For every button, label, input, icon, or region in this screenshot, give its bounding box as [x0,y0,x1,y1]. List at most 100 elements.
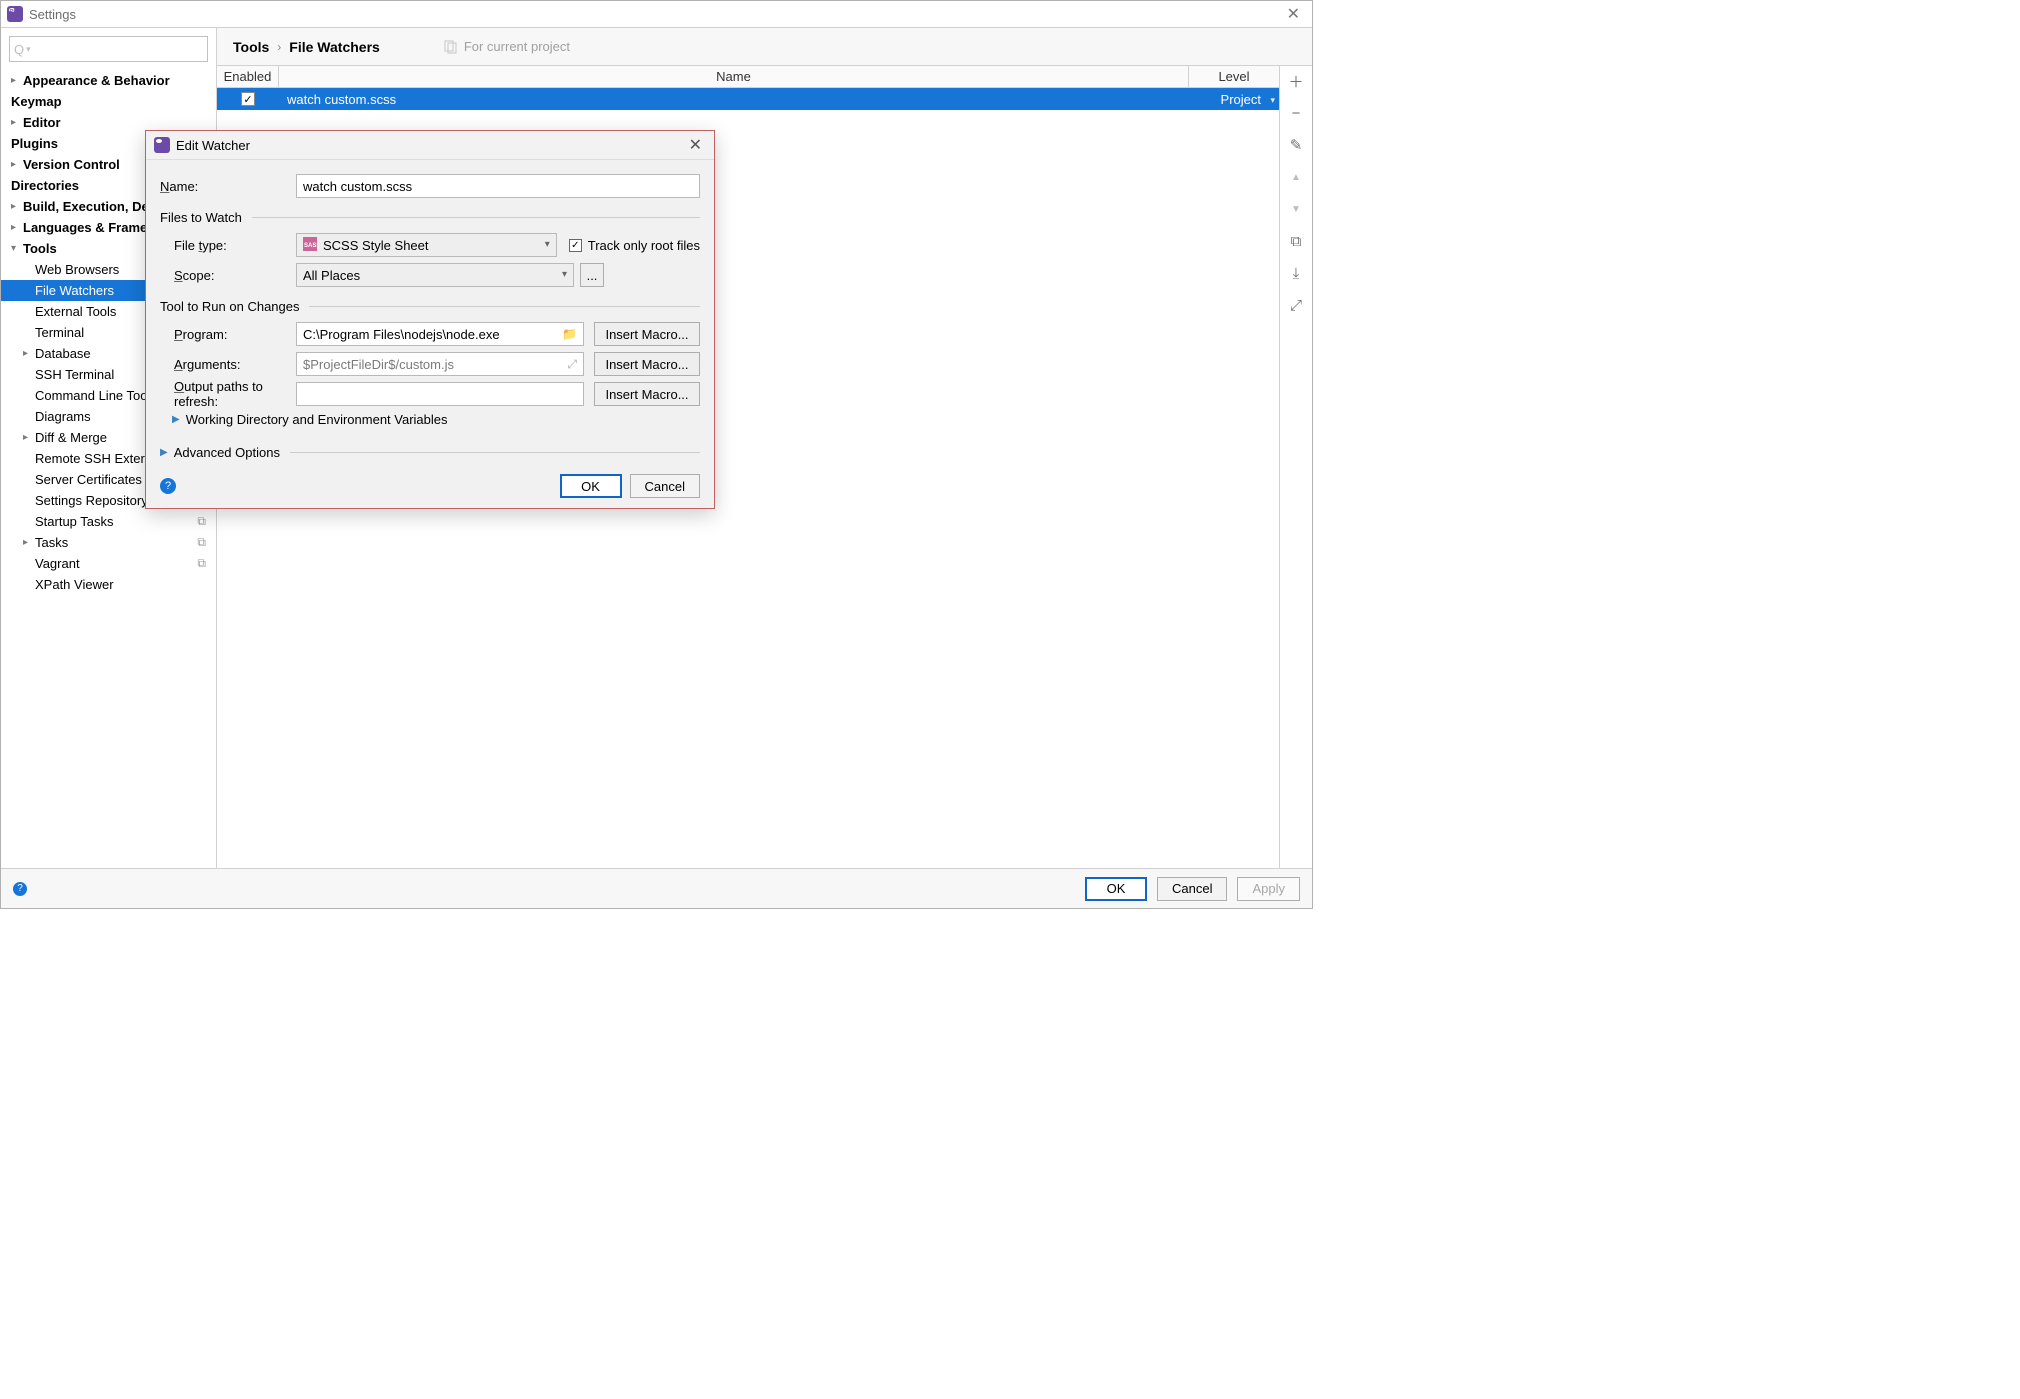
breadcrumb-sep-icon: › [277,40,281,54]
filetype-label: File type: [160,238,296,253]
export-button[interactable]: ⤢ [1285,294,1307,316]
ok-button[interactable]: OK [1085,877,1147,901]
chevron-right-icon: ▸ [23,537,35,548]
remove-button[interactable]: − [1285,102,1307,124]
section-tool-to-run: Tool to Run on Changes [160,299,700,314]
project-scope-icon: ⧉ [197,514,206,529]
sidebar-item-label: Terminal [35,325,84,340]
arguments-label: Arguments: [160,357,296,372]
sidebar-item-label: Diff & Merge [35,430,107,445]
name-input[interactable]: watch custom.scss [296,174,700,198]
sidebar-item[interactable]: ▸Appearance & Behavior [1,70,216,91]
breadcrumb-leaf: File Watchers [289,39,380,55]
sidebar-item-label: Plugins [11,136,58,151]
chevron-right-icon: ▸ [11,75,23,86]
settings-footer: ? OK Cancel Apply [1,868,1312,908]
col-level[interactable]: Level [1189,66,1279,87]
insert-macro-arguments-button[interactable]: Insert Macro... [594,352,700,376]
project-scope-icon: ⧉ [197,556,206,571]
titlebar: PS Settings ✕ [1,1,1312,28]
dialog-close-icon[interactable]: ✕ [685,135,706,155]
window-title: Settings [29,7,1281,22]
filetype-combo[interactable]: SASS SCSS Style Sheet ▾ [296,233,557,257]
output-paths-label: Output paths to refresh: [160,379,296,409]
scope-combo[interactable]: All Places ▾ [296,263,574,287]
sidebar-item[interactable]: Vagrant ⧉ [1,553,216,574]
sidebar-item-label: File Watchers [35,283,114,298]
chevron-down-icon: ▾ [545,239,550,250]
sidebar-item[interactable]: Keymap [1,91,216,112]
breadcrumb: Tools › File Watchers For current projec… [217,28,1312,66]
up-button[interactable]: ▲ [1285,166,1307,188]
sidebar-item-label: Web Browsers [35,262,119,277]
sidebar-item-label: Diagrams [35,409,91,424]
import-button[interactable]: ⤓ [1285,262,1307,284]
add-button[interactable]: ＋ [1285,70,1307,92]
table-toolbar: ＋ − ✎ ▲ ▼ ⧉ ⤓ ⤢ [1279,66,1312,868]
arguments-input[interactable]: $ProjectFileDir$/custom.js ⤢ [296,352,584,376]
sidebar-item-label: Editor [23,115,61,130]
output-paths-input[interactable] [296,382,584,406]
name-label: Name: [160,179,296,194]
row-name: watch custom.scss [279,92,1189,107]
dialog-ok-button[interactable]: OK [560,474,622,498]
svg-text:SASS: SASS [304,243,317,249]
program-label: Program: [160,327,296,342]
table-row[interactable]: ✓ watch custom.scssProject [217,88,1279,110]
col-name[interactable]: Name [279,66,1189,87]
sidebar-item-label: External Tools [35,304,116,319]
chevron-down-icon: ▾ [562,269,567,280]
scope-label: Scope: [160,268,296,283]
down-button[interactable]: ▼ [1285,198,1307,220]
section-files-to-watch: Files to Watch [160,210,700,225]
col-enabled[interactable]: Enabled [217,66,279,87]
help-icon[interactable]: ? [160,478,176,494]
chevron-right-icon: ▸ [23,348,35,359]
scope-hint: For current project [444,39,570,54]
sidebar-item-label: Server Certificates [35,472,142,487]
dialog-title: Edit Watcher [176,138,685,153]
chevron-down-icon: ▾ [11,243,23,254]
expand-icon[interactable]: ⤢ [567,357,577,372]
sidebar-item-label: Settings Repository [35,493,148,508]
scope-browse-button[interactable]: ... [580,263,604,287]
sidebar-item-label: Vagrant [35,556,80,571]
section-advanced[interactable]: ▶ Advanced Options [160,445,700,460]
dialog-cancel-button[interactable]: Cancel [630,474,700,498]
sidebar-item-label: XPath Viewer [35,577,114,592]
insert-macro-program-button[interactable]: Insert Macro... [594,322,700,346]
window-close-icon[interactable]: ✕ [1281,4,1306,24]
expand-workdir-env[interactable]: ▶ Working Directory and Environment Vari… [172,412,700,427]
copy-button[interactable]: ⧉ [1285,230,1307,252]
edit-watcher-dialog: Edit Watcher ✕ Name: watch custom.scss F… [145,130,715,509]
chevron-right-icon: ▸ [11,117,23,128]
chevron-right-icon: ▸ [11,201,23,212]
sidebar-item[interactable]: XPath Viewer [1,574,216,595]
project-scope-icon: ⧉ [197,535,206,550]
sidebar-item[interactable]: Startup Tasks⧉ [1,511,216,532]
track-root-checkbox[interactable]: ✓Track only root files [569,238,700,253]
chevron-right-icon: ▸ [11,222,23,233]
apply-button: Apply [1237,877,1300,901]
search-input[interactable]: Q ▾ [9,36,208,62]
help-icon[interactable]: ? [13,882,27,896]
sidebar-item-label: SSH Terminal [35,367,114,382]
breadcrumb-root[interactable]: Tools [233,39,269,55]
program-input[interactable]: C:\Program Files\nodejs\node.exe 📁 [296,322,584,346]
edit-button[interactable]: ✎ [1285,134,1307,156]
insert-macro-output-button[interactable]: Insert Macro... [594,382,700,406]
enabled-checkbox[interactable]: ✓ [241,92,255,106]
sidebar-item-label: Keymap [11,94,62,109]
phpstorm-icon: PS [7,6,23,22]
sidebar-item-label: Appearance & Behavior [23,73,170,88]
chevron-right-icon: ▸ [11,159,23,170]
sidebar-item-label: Tools [23,241,57,256]
cancel-button[interactable]: Cancel [1157,877,1227,901]
folder-open-icon[interactable]: 📁 [562,327,577,341]
sidebar-item[interactable]: ▸Tasks⧉ [1,532,216,553]
chevron-right-icon: ▸ [23,432,35,443]
scope-hint-label: For current project [464,39,570,54]
chevron-right-icon: ▶ [160,447,168,458]
sidebar-item-label: Directories [11,178,79,193]
row-level-dropdown[interactable]: Project [1189,92,1279,107]
